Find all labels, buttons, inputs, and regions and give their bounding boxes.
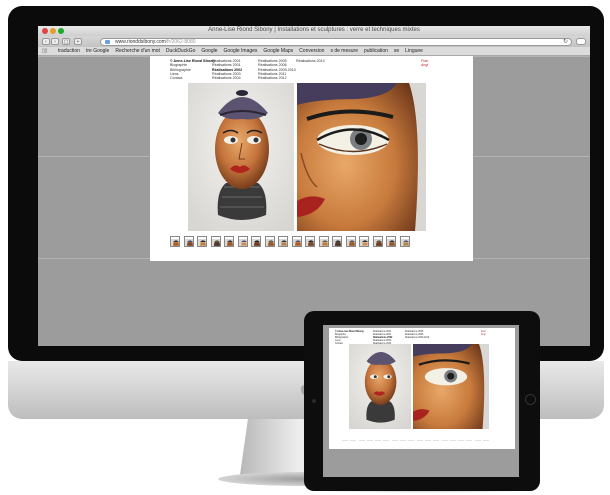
plus-icon[interactable]: + (74, 38, 82, 45)
back-icon[interactable]: ‹ (42, 38, 50, 45)
nav-realisations[interactable]: Réalisations 2012 (258, 76, 296, 80)
bookmark-item[interactable]: Google Images (224, 48, 258, 54)
ipad-thumbnail[interactable] (375, 434, 382, 441)
browser-toolbar: ‹ › ▢ + www.rionddsibony.com/fr/2062-808… (38, 36, 590, 47)
thumbnail[interactable] (305, 236, 315, 247)
site-menu-col3: Réalisations 2005 Réalisations 2006 Réal… (258, 59, 296, 80)
imac-screen: Anne-Lise Riond Sibony | Installations e… (38, 26, 590, 346)
thumbnail[interactable] (224, 236, 234, 247)
site-menu-col2: Réalisations 2001 Réalisations 2001 Réal… (212, 59, 242, 80)
ipad-thumbnail[interactable] (358, 434, 365, 441)
ipad-thumbnail[interactable] (458, 434, 465, 441)
ipad-thumbnail[interactable] (441, 434, 448, 441)
ipad-thumbnail-strip (342, 434, 490, 441)
address-bar[interactable]: www.rionddsibony.com/fr/2062-8080 ↻ (100, 37, 572, 46)
thumbnail-strip (170, 236, 410, 247)
bookmark-item[interactable]: Linguee (405, 48, 423, 54)
sculpture-photo-full[interactable] (188, 83, 294, 231)
ipad-thumbnail[interactable] (342, 434, 348, 441)
ipad-thumbnail[interactable] (366, 434, 373, 441)
nav-realisations[interactable]: Réalisations 2001 (212, 63, 242, 67)
bookmark-item[interactable]: se (394, 48, 399, 54)
thumbnail[interactable] (278, 236, 288, 247)
thumbnail[interactable] (170, 236, 180, 247)
forward-icon[interactable]: › (51, 38, 59, 45)
thumbnail[interactable] (399, 236, 410, 247)
bookmark-item[interactable]: Google Maps (263, 48, 293, 54)
page-viewport: © Anne-Lise Riond Sibony Biographie Bibl… (38, 56, 590, 346)
ipad-site-page: © Anne-Lise Riond Sibony Biographie Bibl… (329, 328, 515, 449)
thumbnail[interactable] (291, 236, 302, 247)
thumbnail[interactable] (386, 236, 396, 247)
bookmark-item[interactable]: Recherche d'un mot (115, 48, 160, 54)
site-page: © Anne-Lise Riond Sibony Biographie Bibl… (150, 56, 473, 261)
url-text: www.rionddsibony.com/fr/2062-8080 (115, 39, 196, 45)
ipad-thumbnail[interactable] (391, 434, 398, 441)
bookmark-item[interactable]: tre Google (86, 48, 109, 54)
thumbnail[interactable] (372, 236, 383, 247)
ipad-thumbnail[interactable] (424, 434, 431, 441)
bookmark-item[interactable]: s de mesure (330, 48, 358, 54)
thumbnail[interactable] (345, 236, 356, 247)
bookmark-item[interactable]: DuckDuckGo (166, 48, 195, 54)
search-field[interactable] (576, 38, 586, 45)
ipad-thumbnail[interactable] (449, 434, 456, 441)
site-favicon-icon (105, 39, 110, 44)
nav-contact[interactable]: Contact (170, 76, 215, 80)
thumbnail[interactable] (332, 236, 342, 247)
bookmark-item[interactable]: Google (201, 48, 217, 54)
site-menu-col1: © Anne-Lise Riond Sibony Biographie Bibl… (170, 59, 215, 80)
ipad-thumbnail[interactable] (483, 434, 490, 441)
bookmarks-list: traduction tre Google Recherche d'un mot Du… (58, 48, 423, 54)
ipad-frame: © Anne-Lise Riond Sibony Biographie Bibl… (304, 311, 540, 491)
ipad-language-switch: Fran Angl (481, 331, 486, 337)
bookmarks-icon[interactable]: ▯▯ (42, 48, 48, 54)
bookmarks-bar: ▯▯ traduction tre Google Recherche d'un mo… (38, 47, 590, 56)
ipad-thumbnail[interactable] (433, 434, 440, 441)
ipad-thumbnail[interactable] (350, 434, 357, 441)
thumbnail[interactable] (251, 236, 261, 247)
ipad-thumbnail[interactable] (383, 434, 390, 441)
ipad-thumbnail[interactable] (474, 434, 481, 441)
ipad-sculpture-photo-detail[interactable] (413, 344, 489, 429)
browser-titlebar: Anne-Lise Riond Sibony | Installations e… (38, 26, 590, 36)
reload-icon[interactable]: ↻ (563, 38, 568, 45)
ipad-screen: © Anne-Lise Riond Sibony Biographie Bibl… (323, 325, 519, 477)
nav-realisations[interactable]: Réalisations 2013 (296, 59, 325, 63)
thumbnail[interactable] (183, 236, 194, 247)
bookmark-item[interactable]: publication (364, 48, 388, 54)
nav-realisations[interactable]: Réalisations 2009-2010 (405, 337, 429, 340)
thumbnail[interactable] (318, 236, 329, 247)
sculpture-photo-detail[interactable] (297, 83, 426, 231)
camera-icon (312, 399, 316, 403)
bookmark-item[interactable]: traduction (58, 48, 80, 54)
thumbnail[interactable] (237, 236, 248, 247)
share-icon[interactable]: ▢ (62, 38, 70, 45)
ipad-sculpture-photo-full[interactable] (349, 344, 411, 429)
thumbnail[interactable] (210, 236, 221, 247)
bookmark-item[interactable]: Conversion (299, 48, 324, 54)
ipad-menu-col3: Réalisations 2005 Réalisations 2006 Réal… (405, 331, 429, 340)
window-title: Anne-Lise Riond Sibony | Installations e… (208, 27, 420, 33)
thumbnail[interactable] (264, 236, 275, 247)
thumbnail[interactable] (359, 236, 369, 247)
ipad-thumbnail[interactable] (466, 434, 473, 441)
site-menu-col4: Réalisations 2013 (296, 59, 325, 63)
nav-realisations[interactable]: Réalisations 2004 (212, 76, 242, 80)
language-switch: Fran Angl (421, 59, 428, 68)
lang-en[interactable]: Angl (481, 334, 486, 337)
ipad-thumbnail[interactable] (408, 434, 415, 441)
home-button-icon[interactable] (525, 394, 536, 405)
thumbnail[interactable] (197, 236, 207, 247)
ipad-thumbnail[interactable] (416, 434, 423, 441)
ipad-thumbnail[interactable] (400, 434, 407, 441)
lang-en[interactable]: Angl (421, 63, 428, 67)
imac-bezel: Anne-Lise Riond Sibony | Installations e… (8, 6, 604, 361)
